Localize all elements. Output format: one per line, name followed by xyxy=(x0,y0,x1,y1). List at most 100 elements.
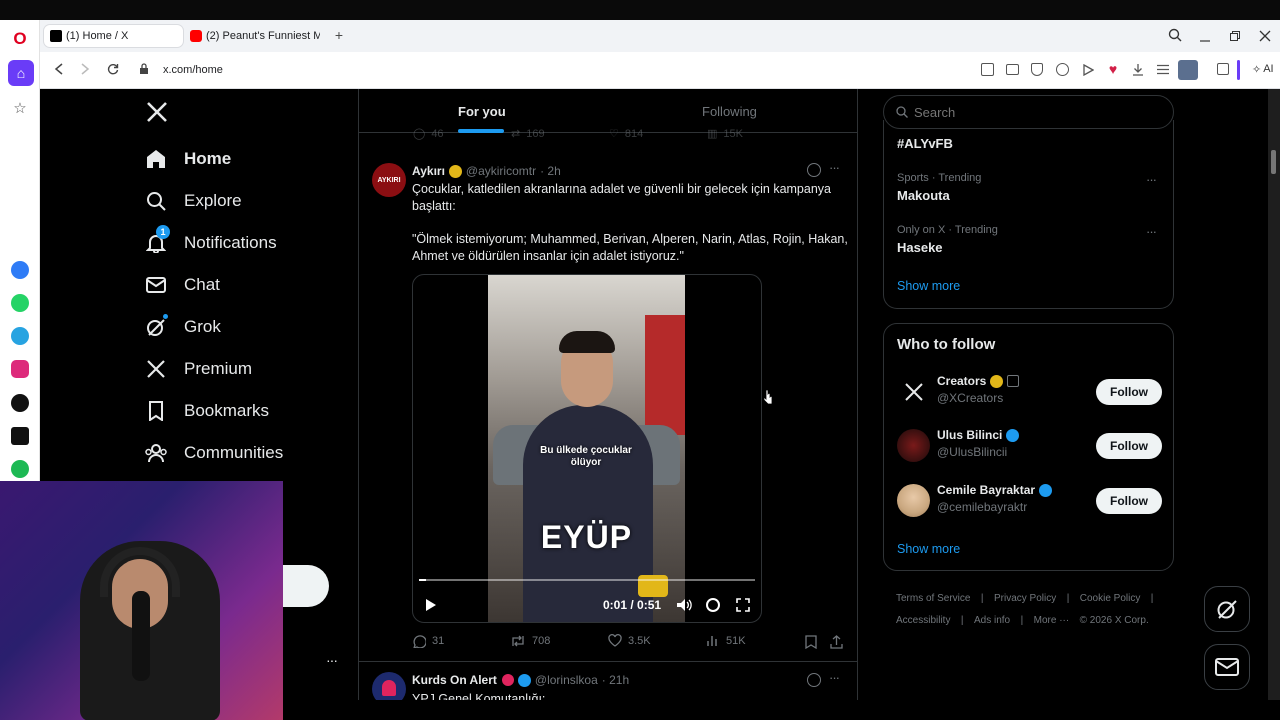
tab-following[interactable]: Following xyxy=(702,104,757,119)
author-name[interactable]: Kurds On Alert xyxy=(412,673,497,687)
follow-button[interactable]: Follow xyxy=(1096,488,1162,514)
search-input[interactable] xyxy=(914,104,1154,120)
nav-premium[interactable]: Premium xyxy=(144,354,252,384)
grok-icon xyxy=(144,314,168,339)
ai-button[interactable]: ✧ AI xyxy=(1252,62,1274,76)
follow-suggestion[interactable]: Cemile Bayraktar @cemilebayraktr Follow xyxy=(897,481,1162,521)
trend-top[interactable]: #ALYvFB xyxy=(897,136,953,151)
nav-home[interactable]: Home xyxy=(144,144,231,174)
browser-tab-home[interactable]: (1) Home / X xyxy=(44,25,183,47)
share-icon[interactable] xyxy=(830,635,843,654)
search-tabs-icon[interactable] xyxy=(1168,28,1182,45)
nav-label: Bookmarks xyxy=(184,401,270,420)
snapshot-edit-icon[interactable] xyxy=(981,63,994,76)
privacy-link[interactable]: Privacy Policy xyxy=(994,593,1056,604)
author-name[interactable]: Aykırı xyxy=(412,164,445,178)
grok-float-button[interactable] xyxy=(1204,586,1250,632)
messages-float-button[interactable] xyxy=(1204,644,1250,690)
more-options-icon[interactable]: ··· xyxy=(829,160,840,175)
prev-repost-count[interactable]: ⇄ 169 xyxy=(511,127,545,141)
trend-item[interactable]: Sports · Trending Makouta xyxy=(897,172,981,203)
video-player[interactable]: Bu ülkede çocuklar ölüyor EYÜP 0:01 / 0:… xyxy=(412,274,762,623)
show-more-link[interactable]: Show more xyxy=(897,279,960,293)
speed-dial-icon[interactable]: ⌂ xyxy=(8,60,34,86)
ads-info-link[interactable]: Ads info xyxy=(974,615,1010,626)
more-icon[interactable]: ··· xyxy=(326,652,338,668)
profile-avatar-icon[interactable] xyxy=(1178,60,1198,80)
like-button[interactable]: 3.5K xyxy=(608,634,651,647)
grok-icon[interactable] xyxy=(807,163,821,177)
restore-icon[interactable] xyxy=(1229,29,1241,45)
reload-icon[interactable] xyxy=(106,62,120,76)
prev-like-count[interactable]: ♡ 814 xyxy=(609,127,643,141)
post-aykiri[interactable]: AYKIRI Aykırı @aykiricomtr · 2h ··· Çocu… xyxy=(359,151,857,661)
post-time[interactable]: · 2h xyxy=(540,164,561,178)
grok-icon[interactable] xyxy=(807,673,821,687)
scrollbar-thumb[interactable] xyxy=(1271,150,1276,174)
trend-item[interactable]: Only on X · Trending Haseke xyxy=(897,224,998,255)
bookmark-icon[interactable] xyxy=(805,635,817,654)
reply-button[interactable]: 31 xyxy=(412,634,444,648)
prev-reply-count[interactable]: ◯ 46 xyxy=(413,127,444,141)
menu-icon[interactable] xyxy=(1156,63,1169,75)
tiktok-icon[interactable] xyxy=(11,394,29,412)
author-handle[interactable]: @lorinslkoa xyxy=(535,673,598,687)
settings-gear-icon[interactable] xyxy=(706,598,720,612)
opera-logo-icon[interactable]: O xyxy=(11,29,29,48)
instagram-icon[interactable] xyxy=(11,360,29,378)
page-scrollbar[interactable] xyxy=(1268,89,1280,700)
fullscreen-icon[interactable] xyxy=(736,598,750,617)
vpn-icon[interactable] xyxy=(1056,63,1069,76)
x-sidebar-icon[interactable] xyxy=(11,427,29,445)
telegram-icon[interactable] xyxy=(11,327,29,345)
copyright: © 2026 X Corp. xyxy=(1079,615,1149,626)
nav-communities[interactable]: Communities xyxy=(144,438,283,468)
camera-icon[interactable] xyxy=(1006,64,1019,75)
prev-view-count[interactable]: ▥ 15K xyxy=(707,127,743,141)
follow-button[interactable]: Follow xyxy=(1096,433,1162,459)
whatsapp-icon[interactable] xyxy=(11,294,29,312)
back-icon[interactable] xyxy=(52,62,66,76)
download-icon[interactable] xyxy=(1131,62,1144,76)
more-options-icon[interactable]: ··· xyxy=(829,670,840,685)
play-icon[interactable] xyxy=(1081,63,1094,76)
forward-icon[interactable] xyxy=(78,62,92,76)
box-icon[interactable] xyxy=(1217,63,1229,75)
nav-bookmarks[interactable]: Bookmarks xyxy=(144,396,269,426)
author-handle[interactable]: @aykiricomtr xyxy=(466,164,536,178)
trend-more-icon[interactable]: ··· xyxy=(1146,172,1157,187)
browser-tab-youtube[interactable]: (2) Peanut's Funniest Mom xyxy=(184,25,320,47)
accessibility-link[interactable]: Accessibility xyxy=(896,615,950,626)
new-tab-button[interactable]: + xyxy=(332,27,346,43)
volume-icon[interactable] xyxy=(676,598,692,617)
trend-more-icon[interactable]: ··· xyxy=(1146,224,1157,239)
spotify-icon[interactable] xyxy=(11,460,29,478)
bookmarks-star-icon[interactable]: ☆ xyxy=(11,99,29,117)
nav-chat[interactable]: Chat xyxy=(144,270,220,300)
post-time[interactable]: · 21h xyxy=(602,673,629,687)
url-text[interactable]: x.com/home xyxy=(163,64,223,76)
nav-grok[interactable]: Grok xyxy=(144,312,221,342)
minimize-icon[interactable] xyxy=(1199,30,1211,46)
nav-explore[interactable]: Explore xyxy=(144,186,242,216)
x-logo-icon[interactable] xyxy=(146,101,168,123)
cookie-link[interactable]: Cookie Policy xyxy=(1080,593,1141,604)
follow-suggestion[interactable]: Ulus Bilinci @UlusBilincii Follow xyxy=(897,426,1162,466)
video-progress-track[interactable] xyxy=(419,579,755,581)
show-more-link[interactable]: Show more xyxy=(897,542,960,556)
more-link[interactable]: More ··· xyxy=(1034,615,1070,626)
tab-for-you[interactable]: For you xyxy=(458,104,506,119)
user-name: Creators xyxy=(937,374,987,388)
follow-suggestion[interactable]: Creators @XCreators Follow xyxy=(897,372,1162,412)
views-button[interactable]: 51K xyxy=(706,634,746,647)
heart-icon[interactable]: ♥ xyxy=(1106,61,1120,77)
terms-link[interactable]: Terms of Service xyxy=(896,593,970,604)
close-window-icon[interactable] xyxy=(1259,29,1271,45)
nav-notifications[interactable]: 1 Notifications xyxy=(144,225,277,258)
repost-button[interactable]: 708 xyxy=(510,634,550,648)
follow-button[interactable]: Follow xyxy=(1096,379,1162,405)
messenger-icon[interactable] xyxy=(11,261,29,279)
shield-icon[interactable] xyxy=(1031,63,1043,76)
avatar[interactable]: AYKIRI xyxy=(372,163,406,197)
play-icon[interactable] xyxy=(425,598,437,617)
